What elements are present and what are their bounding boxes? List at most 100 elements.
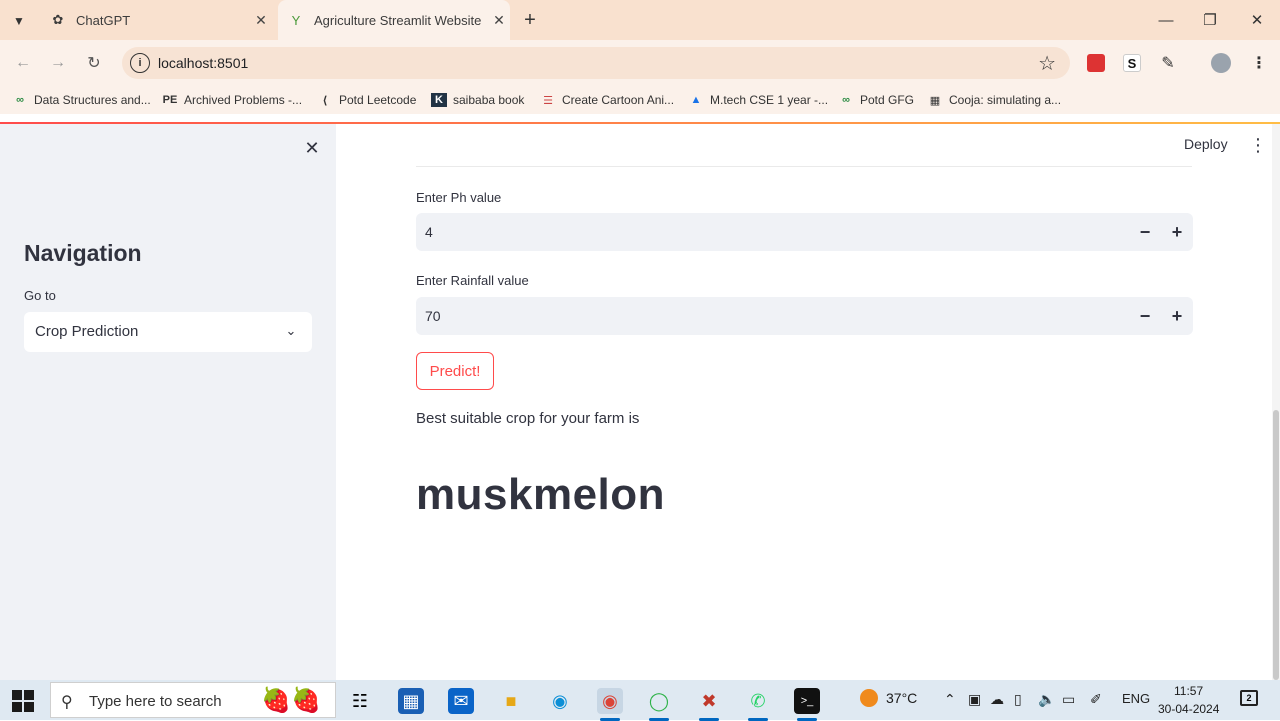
rainfall-value[interactable]: 70 (425, 308, 441, 324)
page-select[interactable]: Crop Prediction ⌄ (24, 312, 312, 352)
strawberry-icon: 🍓🍓 (261, 687, 321, 714)
weather-temp: 37°C (886, 690, 918, 706)
file-explorer-icon[interactable]: ■ (498, 688, 524, 714)
predicted-crop-heading: muskmelon (416, 470, 666, 519)
bookmark-item[interactable]: ∞ Potd GFG (838, 92, 914, 108)
url-text[interactable]: localhost:8501 (158, 55, 248, 71)
bookmark-item[interactable]: K saibaba book (431, 92, 524, 108)
extensions-puzzle-icon[interactable]: ✎ (1159, 54, 1177, 72)
header-divider (416, 166, 1192, 167)
tab-title: Agriculture Streamlit Website (314, 12, 482, 28)
bookmark-label: M.tech CSE 1 year -... (710, 93, 829, 107)
tab-chatgpt[interactable]: ✿ ChatGPT ✕ (40, 0, 272, 40)
increment-plus-icon[interactable]: + (1166, 305, 1188, 327)
bookmark-item[interactable]: ⟨ Potd Leetcode (317, 92, 416, 108)
ph-number-input[interactable]: 4 − + (416, 213, 1193, 251)
bookmark-item[interactable]: ☰ Create Cartoon Ani... (540, 92, 674, 108)
browser-tab-strip: ▼ ✿ ChatGPT ✕ Y Agriculture Streamlit We… (0, 0, 1280, 40)
bookmark-label: Archived Problems -... (184, 93, 303, 107)
network-icon[interactable]: ▭ (1062, 691, 1075, 708)
bookmark-label: Create Cartoon Ani... (562, 93, 675, 107)
new-tab-plus-icon[interactable]: + (518, 8, 542, 32)
cartoon-icon: ☰ (543, 94, 553, 107)
search-placeholder: Type here to search (89, 693, 222, 710)
mail-icon[interactable]: ✉ (448, 688, 474, 714)
result-caption: Best suitable crop for your farm is (416, 410, 640, 427)
terminal-icon[interactable]: >_ (794, 688, 820, 721)
back-arrow-icon[interactable]: ← (12, 52, 34, 74)
main-menu-kebab-icon[interactable]: ⋮ (1249, 134, 1267, 156)
bookmark-item[interactable]: ∞ Data Structures and... (12, 92, 151, 108)
reload-icon[interactable]: ↻ (83, 52, 105, 74)
green-ring-app-icon[interactable]: ◯ (646, 688, 672, 721)
taskbar-search-box[interactable]: ⚲ Type here to search 🍓🍓 (50, 682, 336, 718)
bookmark-label: Data Structures and... (34, 93, 151, 107)
language-indicator[interactable]: ENG (1122, 691, 1150, 706)
pe-icon: PE (162, 94, 178, 106)
bookmarks-bar: ∞ Data Structures and... PE Archived Pro… (0, 86, 1280, 114)
rainfall-label: Enter Rainfall value (416, 273, 529, 288)
notification-center-icon[interactable]: 2 (1240, 690, 1258, 706)
close-tab-icon[interactable]: ✕ (250, 12, 272, 29)
increment-plus-icon[interactable]: + (1166, 221, 1188, 243)
address-bar[interactable]: i localhost:8501 ☆ (122, 47, 1070, 79)
profile-avatar-icon[interactable] (1211, 53, 1231, 73)
sun-weather-icon (860, 689, 878, 707)
sprout-favicon-icon: Y (291, 12, 301, 28)
browser-toolbar: ← → ↻ i localhost:8501 ☆ S ✎ ⋮ (0, 40, 1280, 86)
task-view-icon[interactable]: ☷ (347, 688, 373, 714)
red-extension-icon[interactable] (1087, 54, 1105, 72)
search-icon: ⚲ (61, 694, 73, 711)
goto-label: Go to (24, 288, 56, 303)
chrome-menu-kebab-icon[interactable]: ⋮ (1250, 54, 1268, 72)
onedrive-cloud-icon[interactable]: ☁ (990, 691, 1004, 708)
bookmark-item[interactable]: ▲ M.tech CSE 1 year -... (688, 92, 829, 108)
tab-agriculture[interactable]: Y Agriculture Streamlit Website ✕ (278, 0, 510, 40)
forward-arrow-icon[interactable]: → (47, 52, 69, 74)
restore-icon[interactable]: ❐ (1200, 10, 1220, 30)
site-info-icon[interactable]: i (130, 53, 150, 73)
chrome-browser-icon[interactable]: ◉ (597, 688, 623, 721)
s-extension-icon[interactable]: S (1123, 54, 1141, 72)
close-sidebar-icon[interactable]: ✕ (300, 136, 324, 160)
rainfall-number-input[interactable]: 70 − + (416, 297, 1193, 335)
whatsapp-icon[interactable]: ✆ (745, 688, 771, 721)
page-select-value: Crop Prediction (35, 323, 139, 340)
bookmark-item[interactable]: PE Archived Problems -... (162, 92, 302, 108)
edge-browser-icon[interactable]: ◉ (547, 688, 573, 714)
meet-now-icon[interactable]: ▣ (968, 691, 981, 708)
gfg-icon: ∞ (842, 94, 850, 106)
minimize-icon[interactable]: — (1156, 10, 1176, 30)
windows-start-icon[interactable] (12, 690, 34, 712)
bookmark-label: Potd Leetcode (339, 93, 417, 107)
bookmark-label: saibaba book (453, 93, 525, 107)
battery-icon[interactable]: ▯ (1014, 691, 1022, 708)
chatgpt-favicon-icon: ✿ (52, 12, 64, 27)
close-tab-icon[interactable]: ✕ (488, 12, 510, 29)
book-icon: K (431, 93, 447, 107)
chevron-down-icon: ⌄ (285, 323, 297, 338)
windows-taskbar: ⚲ Type here to search 🍓🍓 ☷ ▦ ✉ ■ ◉ ◉ ◯ ✖… (0, 680, 1280, 721)
scrollbar-thumb[interactable] (1273, 410, 1279, 680)
microsoft-store-icon[interactable]: ▦ (398, 688, 424, 714)
clock-date[interactable]: 30-04-2024 (1158, 702, 1219, 716)
xampp-icon[interactable]: ✖ (696, 688, 722, 721)
decrement-minus-icon[interactable]: − (1134, 305, 1156, 327)
clock-time[interactable]: 11:57 (1174, 684, 1203, 698)
sidebar-title: Navigation (24, 240, 142, 266)
close-window-icon[interactable]: ✕ (1247, 10, 1267, 30)
weather-widget[interactable]: 37°C (860, 689, 917, 707)
bookmark-label: Cooja: simulating a... (949, 93, 1062, 107)
predict-button[interactable]: Predict! (416, 352, 494, 390)
decrement-minus-icon[interactable]: − (1134, 221, 1156, 243)
bookmark-star-icon[interactable]: ☆ (1038, 51, 1056, 76)
volume-speaker-icon[interactable]: 🔈 (1038, 691, 1055, 708)
ph-value[interactable]: 4 (425, 224, 433, 240)
pen-icon[interactable]: ✐ (1090, 691, 1102, 708)
ph-label: Enter Ph value (416, 190, 502, 205)
show-hidden-icons-chevron-icon[interactable]: ⌃ (944, 691, 956, 708)
tab-search-chevron-icon[interactable]: ▼ (8, 10, 30, 32)
bookmark-item[interactable]: ▦ Cooja: simulating a... (927, 92, 1061, 108)
deploy-button[interactable]: Deploy (1184, 136, 1228, 152)
document-icon: ▦ (929, 94, 941, 107)
